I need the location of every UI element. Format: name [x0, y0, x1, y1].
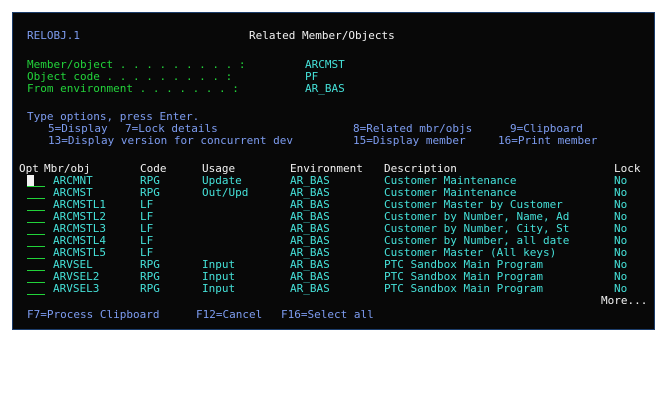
function-keys: F7=Process Clipboard F12=Cancel F16=Sele…: [13, 308, 654, 322]
screen-title: Related Member/Objects: [249, 29, 395, 42]
f7-process-clipboard[interactable]: F7=Process Clipboard: [27, 308, 159, 322]
options-line-2: 13=Display version for concurrent dev 15…: [13, 134, 654, 148]
option-15: 15=Display member: [353, 134, 466, 147]
option-16: 16=Print member: [498, 134, 598, 147]
text-cursor: [27, 175, 34, 186]
terminal-screen: RELOBJ.1 Related Member/Objects Member/o…: [12, 12, 655, 330]
f12-cancel[interactable]: F12=Cancel: [196, 308, 262, 322]
env-label: From environment . . . . . . . :: [27, 82, 239, 95]
header-line: RELOBJ.1 Related Member/Objects: [13, 29, 654, 43]
program-id: RELOBJ.1: [27, 29, 80, 42]
f16-select-all[interactable]: F16=Select all: [281, 308, 374, 322]
more-indicator: More...: [601, 294, 648, 307]
env-value: AR_BAS: [305, 82, 345, 95]
env-line: From environment . . . . . . . : AR_BAS: [13, 82, 654, 96]
option-13: 13=Display version for concurrent dev: [48, 134, 294, 147]
more-line: More...: [13, 294, 654, 308]
